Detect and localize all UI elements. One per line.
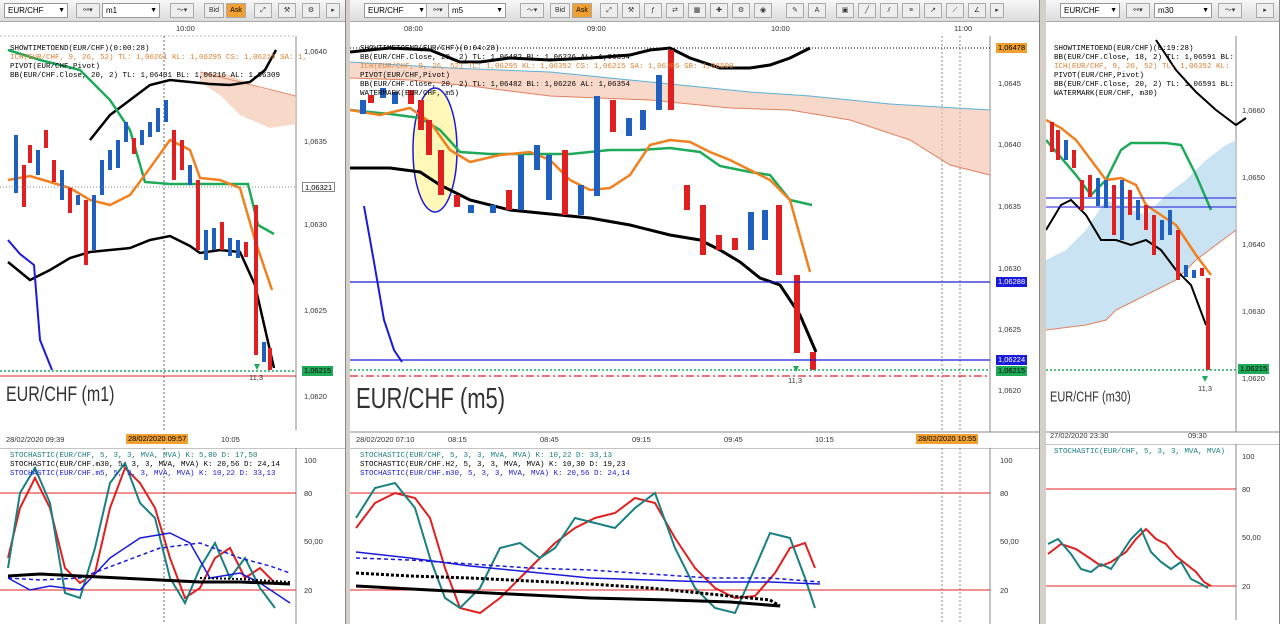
stoch-level: 80 <box>1242 485 1251 494</box>
time-label: 09:30 <box>1188 431 1207 440</box>
stochastic-line: STOCHASTIC(EUR/CHF.H2, 5, 3, 3, MVA, MVA… <box>360 461 626 469</box>
time-label: 08:15 <box>448 435 467 444</box>
price-tag: 1,06215 <box>996 366 1028 376</box>
time-label: 27/02/2020 23:30 <box>1050 431 1109 440</box>
indicator-line: BB(EUR/CHF.Close, 18, 2) TL: 1,06591 BL: <box>1054 54 1235 62</box>
indicator-line: ICH(EUR/CHF, 9, 26, 52) TL: 1,06261 KL: … <box>10 54 308 62</box>
indicator-legend: SHOWTIMETOEND(EUR/CHF)(0:04:28) BB(EUR/C… <box>360 45 734 99</box>
stoch-level: 100 <box>1000 456 1013 465</box>
indicator-line: ICH(EUR/CHF, 9, 26, 52) TL: 1,06352 KL: <box>1054 63 1230 71</box>
chart-watermark: EUR/CHF (m1) <box>6 384 115 407</box>
price-label: 1,0630 <box>304 220 327 229</box>
stochastic-legend: STOCHASTIC(EUR/CHF, 5, 3, 3, MVA, MVA) K… <box>360 452 630 479</box>
indicator-legend: SHOWTIMETOEND(EUR/CHF)(0:00:28) ICH(EUR/… <box>10 45 307 81</box>
chart-panel-m30[interactable]: EUR/CHF ▼ ⚯▾ m30 ▼ 〜▾ ▸ SHOWTIMETOEND(EU… <box>1046 0 1280 624</box>
price-label: 1,0640 <box>1242 240 1265 249</box>
price-tag: 1,06478 <box>996 43 1028 53</box>
price-label: 1,0630 <box>1242 307 1265 316</box>
indicator-line: BB(EUR/CHF.Close, 20, 2) TL: 1,06591 BL: <box>1054 81 1235 89</box>
chart-panel-m1[interactable]: EUR/CHF ▼ ⚯▾ m1 ▼ 〜▾ Bid Ask ⤢ ⚒ ⚙ ▸ 10:00 <box>0 0 346 624</box>
time-label: 09:15 <box>632 435 651 444</box>
stoch-level: 100 <box>304 456 317 465</box>
stochastic-legend: STOCHASTIC(EUR/CHF, 5, 3, 3, MVA, MVA) K… <box>10 452 280 479</box>
stoch-level: 50,00 <box>304 537 323 546</box>
price-label: 1,0640 <box>998 140 1021 149</box>
stoch-level: 100 <box>1242 452 1255 461</box>
stoch-level: 80 <box>304 489 313 498</box>
indicator-legend: SHOWTIMETOEND(EUR/CHF)(0:19:28) BB(EUR/C… <box>1054 45 1234 99</box>
price-label: 1,0620 <box>998 386 1021 395</box>
price-label: 1,0635 <box>998 202 1021 211</box>
stochastic-legend: STOCHASTIC(EUR/CHF, 5, 3, 3, MVA, MVA) <box>1054 448 1225 457</box>
price-tag: 1,06288 <box>996 277 1028 287</box>
price-label: 1,0630 <box>998 264 1021 273</box>
stoch-level: 80 <box>1000 489 1009 498</box>
price-label: 1,0625 <box>304 306 327 315</box>
indicator-line: SHOWTIMETOEND(EUR/CHF)(0:04:28) <box>360 45 500 53</box>
price-label: 1,0645 <box>998 79 1021 88</box>
price-label: 1,0635 <box>304 137 327 146</box>
stochastic-line: STOCHASTIC(EUR/CHF.m5, 5, 3, 3, MVA, MVA… <box>10 470 276 478</box>
price-label: 1,0620 <box>304 392 327 401</box>
chart-watermark: EUR/CHF (m30) <box>1050 390 1131 406</box>
indicator-line: PIVOT(EUR/CHF,Pivot) <box>1054 72 1145 80</box>
time-label: 10:05 <box>221 435 240 444</box>
stoch-level: 20 <box>1000 586 1009 595</box>
stochastic-line: STOCHASTIC(EUR/CHF, 5, 3, 3, MVA, MVA) <box>1054 448 1226 456</box>
indicator-line: SHOWTIMETOEND(EUR/CHF)(0:19:28) <box>1054 45 1194 53</box>
indicator-line: PIVOT(EUR/CHF,Pivot) <box>10 63 101 71</box>
chart-panel-m5[interactable]: EUR/CHF ▼ ⚯▾ m5 ▼ 〜▾ Bid Ask ⤢ ⚒ ƒ ⇄ ▦ ✚ ⚙… <box>350 0 1040 624</box>
stoch-level: 20 <box>304 586 313 595</box>
price-label: 1,0620 <box>1242 374 1265 383</box>
indicator-line: WATERMARK(EUR/CHF, m30) <box>1054 90 1158 98</box>
time-tag: 28/02/2020 09:57 <box>126 434 189 444</box>
candles <box>14 100 272 370</box>
indicator-line: BB(EUR/CHF.Close, 20, 2) TL: 1,06401 BL:… <box>10 72 281 80</box>
indicator-line: BB(EUR/CHF.Close, 20, 2) TL: 1,06482 BL:… <box>360 54 631 62</box>
time-label: 10:15 <box>815 435 834 444</box>
indicator-line: SHOWTIMETOEND(EUR/CHF)(0:00:28) <box>10 45 150 53</box>
price-label: 1,0650 <box>1242 173 1265 182</box>
time-label: 08:45 <box>540 435 559 444</box>
bar-counter: 11,3 <box>788 376 803 385</box>
bar-counter: 11,3 <box>249 373 264 382</box>
time-tag: 28/02/2020 10:55 <box>916 434 979 444</box>
chart-watermark: EUR/CHF (m5) <box>356 382 506 415</box>
stoch-level: 50,00 <box>1000 537 1019 546</box>
stochastic-line: STOCHASTIC(EUR/CHF, 5, 3, 3, MVA, MVA) K… <box>360 452 613 460</box>
time-label: 28/02/2020 07:10 <box>356 435 415 444</box>
price-label: 1,0640 <box>304 47 327 56</box>
stochastic-line: STOCHASTIC(EUR/CHF.m30, 5, 3, 3, MVA, MV… <box>360 470 631 478</box>
indicator-line: BB(EUR/CHF.Close, 20, 2) TL: 1,06482 BL:… <box>360 81 631 89</box>
indicator-line: ICH(EUR/CHF, 9, 26, 52) TL: 1,06295 KL: … <box>360 63 734 71</box>
time-label: 28/02/2020 09:39 <box>6 435 65 444</box>
bar-counter: 11,3 <box>1198 384 1213 393</box>
stochastic-line: STOCHASTIC(EUR/CHF, 5, 3, 3, MVA, MVA) K… <box>10 452 258 460</box>
price-tag: 1,06215 <box>1238 364 1270 374</box>
stoch-level: 50,00 <box>1242 533 1261 542</box>
stochastic-line: STOCHASTIC(EUR/CHF.m30, 5, 3, 3, MVA, MV… <box>10 461 281 469</box>
price-label: 1,0625 <box>998 325 1021 334</box>
price-tag: 1,06224 <box>996 355 1028 365</box>
price-tag: 1,06215 <box>302 366 334 376</box>
price-label: 1,0660 <box>1242 106 1265 115</box>
indicator-line: PIVOT(EUR/CHF,Pivot) <box>360 72 451 80</box>
indicator-line: WATERMARK(EUR/CHF, m5) <box>360 90 460 98</box>
price-tag: 1,06321 <box>302 182 336 192</box>
stochastic-chart <box>1046 444 1279 620</box>
stoch-level: 20 <box>1242 582 1251 591</box>
time-label: 09:45 <box>724 435 743 444</box>
